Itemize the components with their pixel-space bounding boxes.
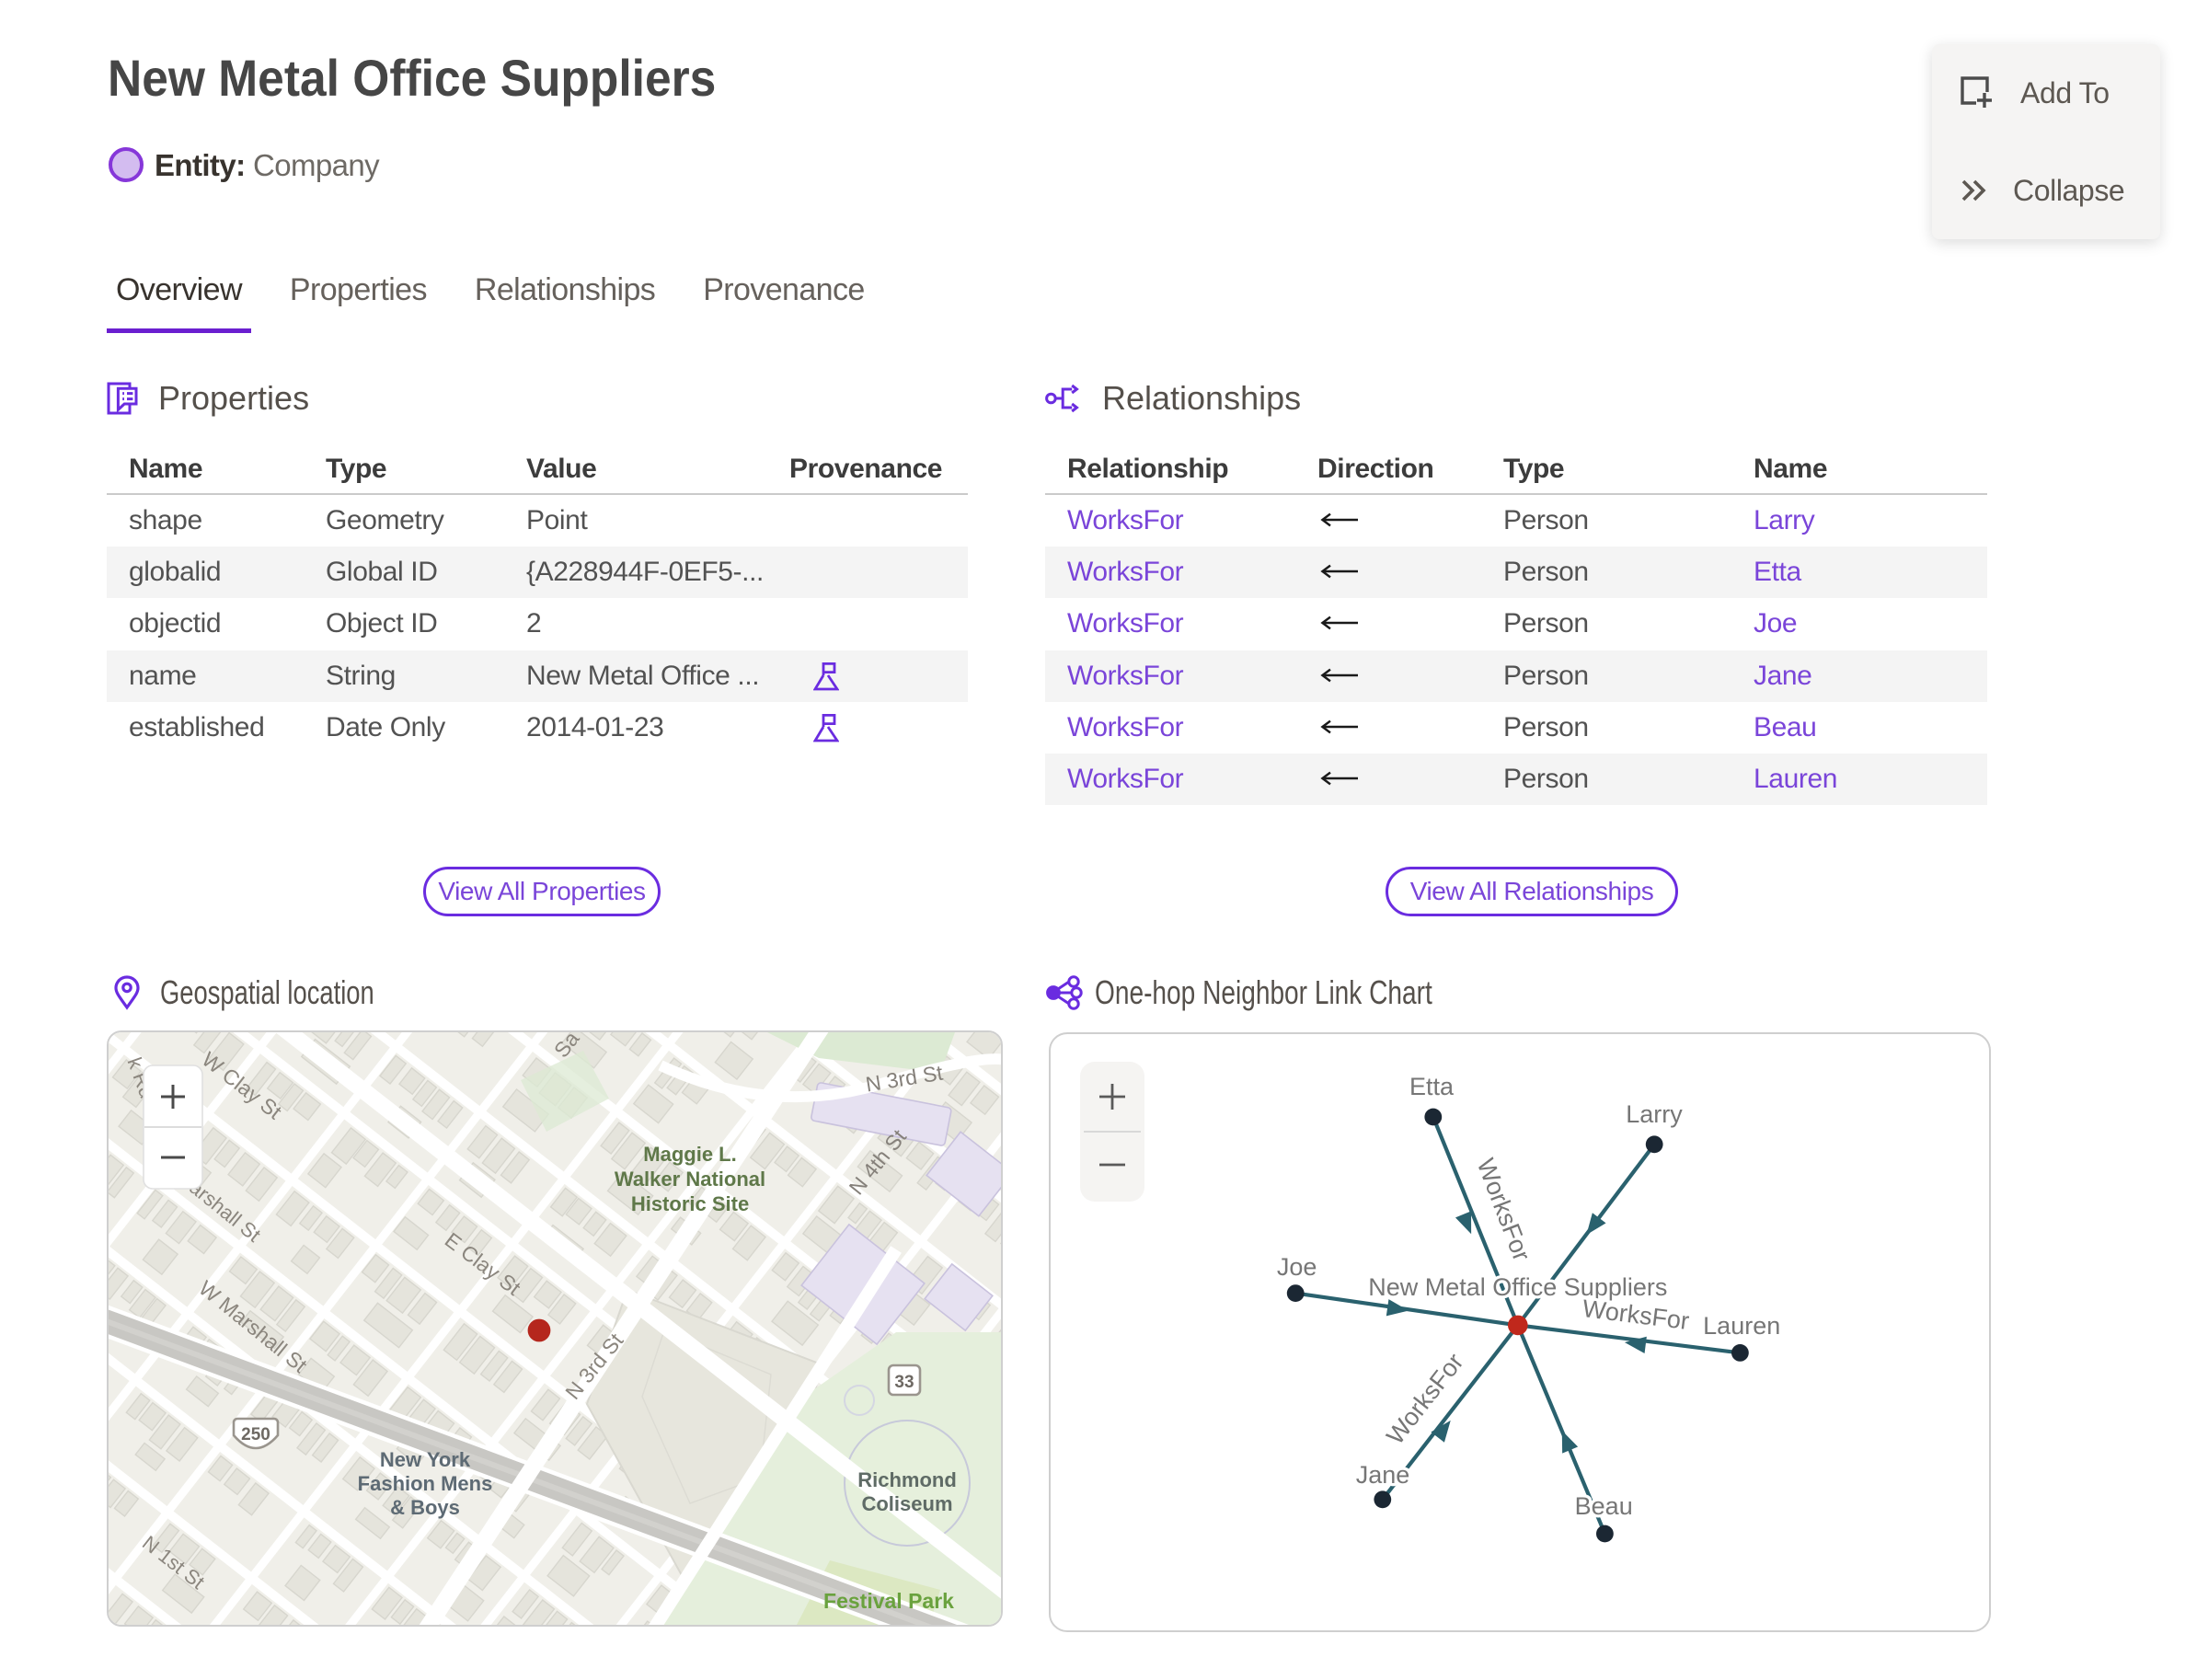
svg-text:Festival Park: Festival Park <box>823 1589 954 1613</box>
svg-text:Walker National: Walker National <box>615 1168 765 1191</box>
svg-text:Etta: Etta <box>1409 1073 1455 1100</box>
svg-text:WorksFor: WorksFor <box>1581 1295 1690 1335</box>
svg-text:Beau: Beau <box>1575 1492 1633 1520</box>
svg-text:Joe: Joe <box>1277 1253 1317 1281</box>
svg-text:Coliseum: Coliseum <box>861 1492 952 1515</box>
svg-text:33: 33 <box>894 1373 914 1392</box>
svg-text:Larry: Larry <box>1626 1100 1683 1128</box>
svg-text:WorksFor: WorksFor <box>1381 1348 1468 1449</box>
svg-text:New York: New York <box>380 1448 471 1471</box>
svg-text:Richmond: Richmond <box>857 1468 957 1491</box>
svg-text:& Boys: & Boys <box>390 1496 460 1519</box>
svg-text:Fashion Mens: Fashion Mens <box>358 1472 493 1495</box>
svg-text:New Metal Office Suppliers: New Metal Office Suppliers <box>1368 1273 1667 1301</box>
svg-text:Historic Site: Historic Site <box>631 1192 749 1215</box>
svg-text:250: 250 <box>241 1425 270 1444</box>
svg-text:Jane: Jane <box>1356 1461 1410 1489</box>
svg-text:WorksFor: WorksFor <box>1472 1155 1536 1265</box>
svg-text:Maggie L.: Maggie L. <box>643 1143 736 1166</box>
svg-text:Lauren: Lauren <box>1703 1312 1780 1340</box>
